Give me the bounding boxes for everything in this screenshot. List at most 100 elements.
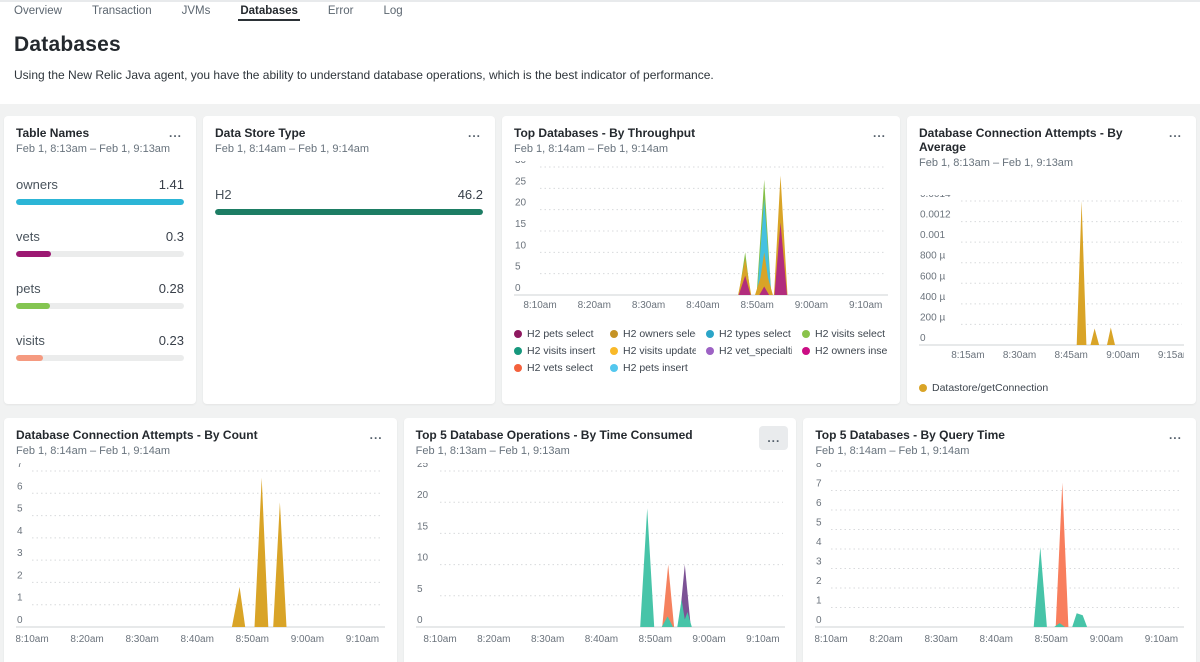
svg-text:9:00am: 9:00am: [1106, 350, 1139, 361]
area-chart[interactable]: 012345678:10am8:20am8:30am8:40am8:50am9:…: [16, 463, 385, 652]
svg-text:3: 3: [17, 548, 23, 559]
svg-text:0: 0: [515, 283, 521, 294]
legend-label: H2 pets insert: [623, 362, 688, 374]
card-data-store-type: Data Store Type Feb 1, 8:14am – Feb 1, 9…: [203, 116, 495, 404]
bar-label: vets: [16, 229, 40, 244]
legend-dot-icon: [514, 364, 522, 372]
legend-item[interactable]: H2 visits insert: [514, 345, 600, 357]
svg-text:8:40am: 8:40am: [584, 634, 617, 645]
area-series: [232, 478, 287, 627]
dashboard-grid: Table Names Feb 1, 8:13am – Feb 1, 9:13a…: [0, 104, 1200, 662]
legend-dot-icon: [706, 347, 714, 355]
card-menu-button[interactable]: ...: [165, 124, 186, 142]
card-time-range: Feb 1, 8:13am – Feb 1, 9:13am: [919, 157, 1184, 169]
svg-text:9:10am: 9:10am: [849, 300, 882, 311]
legend-item[interactable]: H2 types select: [706, 328, 792, 340]
svg-text:800 µ: 800 µ: [920, 251, 945, 262]
bar-label: owners: [16, 177, 58, 192]
bar-row: pets0.28: [16, 281, 184, 309]
card-top5-databases-query-time: Top 5 Databases - By Query Time Feb 1, 8…: [803, 418, 1196, 662]
bar-label: H2: [215, 187, 232, 202]
svg-text:400 µ: 400 µ: [920, 292, 945, 303]
chart-svg: 0123456788:10am8:20am8:30am8:40am8:50am9…: [815, 463, 1184, 647]
legend-item[interactable]: H2 pets insert: [610, 362, 696, 374]
tab-transaction[interactable]: Transaction: [90, 2, 154, 21]
card-menu-button[interactable]: ...: [759, 426, 788, 450]
card-menu-button[interactable]: ...: [1165, 426, 1186, 444]
svg-text:8:10am: 8:10am: [423, 634, 456, 645]
legend-item[interactable]: H2 owners select: [610, 328, 696, 340]
card-menu-button[interactable]: ...: [366, 426, 387, 444]
tab-overview[interactable]: Overview: [12, 2, 64, 21]
legend-item[interactable]: H2 owners insert: [802, 345, 888, 357]
svg-text:8:30am: 8:30am: [925, 634, 958, 645]
area-series: [1056, 483, 1069, 627]
legend-item[interactable]: H2 visits select: [802, 328, 888, 340]
svg-text:5: 5: [816, 518, 822, 529]
svg-text:7: 7: [816, 479, 822, 490]
card-time-range: Feb 1, 8:14am – Feb 1, 9:14am: [815, 445, 1184, 457]
area-chart[interactable]: 05101520258:10am8:20am8:30am8:40am8:50am…: [416, 463, 785, 652]
legend-item[interactable]: H2 visits update: [610, 345, 696, 357]
svg-text:8:30am: 8:30am: [125, 634, 158, 645]
card-title: Top 5 Databases - By Query Time: [815, 428, 1184, 442]
bar-row: H2 46.2: [215, 187, 483, 215]
card-table-names: Table Names Feb 1, 8:13am – Feb 1, 9:13a…: [4, 116, 196, 404]
legend-label: H2 visits insert: [527, 345, 595, 357]
card-menu-button[interactable]: ...: [869, 124, 890, 142]
tab-databases[interactable]: Databases: [238, 2, 300, 21]
svg-text:9:10am: 9:10am: [746, 634, 779, 645]
legend-label: H2 visits update: [623, 345, 696, 357]
top-nav: Overview Transaction JVMs Databases Erro…: [0, 0, 1200, 21]
card-menu-button[interactable]: ...: [1165, 124, 1186, 142]
svg-text:8: 8: [816, 463, 822, 470]
legend-dot-icon: [706, 330, 714, 338]
tab-error[interactable]: Error: [326, 2, 356, 21]
tab-jvms[interactable]: JVMs: [180, 2, 213, 21]
svg-text:8:30am: 8:30am: [1003, 350, 1036, 361]
svg-text:30: 30: [515, 161, 527, 166]
card-menu-button[interactable]: ...: [464, 124, 485, 142]
bar-label: pets: [16, 281, 41, 296]
svg-text:8:30am: 8:30am: [531, 634, 564, 645]
card-time-range: Feb 1, 8:13am – Feb 1, 9:13am: [16, 143, 184, 155]
card-title: Top 5 Database Operations - By Time Cons…: [416, 428, 785, 442]
area-chart[interactable]: 0123456788:10am8:20am8:30am8:40am8:50am9…: [815, 463, 1184, 652]
svg-text:600 µ: 600 µ: [920, 271, 945, 282]
legend-dot-icon: [802, 347, 810, 355]
svg-text:0: 0: [417, 615, 423, 626]
tab-log[interactable]: Log: [381, 2, 404, 21]
legend-label: H2 vets select: [527, 362, 593, 374]
bar-value: 46.2: [458, 187, 483, 202]
legend-item[interactable]: Datastore/getConnection: [919, 382, 1184, 394]
svg-text:5: 5: [515, 262, 521, 273]
legend-dot-icon: [610, 330, 618, 338]
legend-dot-icon: [514, 330, 522, 338]
page-description: Using the New Relic Java agent, you have…: [14, 68, 1186, 82]
area-chart[interactable]: 0510152025308:10am8:20am8:30am8:40am8:50…: [514, 161, 888, 318]
card-connection-attempts-average: Database Connection Attempts - By Averag…: [907, 116, 1196, 404]
legend-item[interactable]: H2 vets select: [514, 362, 600, 374]
svg-text:8:40am: 8:40am: [686, 300, 719, 311]
svg-text:0.001: 0.001: [920, 230, 945, 241]
svg-text:4: 4: [17, 526, 23, 537]
svg-text:10: 10: [515, 240, 527, 251]
svg-text:7: 7: [17, 463, 23, 470]
svg-text:8:20am: 8:20am: [870, 634, 903, 645]
legend-label: H2 owners insert: [815, 345, 888, 357]
svg-text:15: 15: [515, 219, 527, 230]
svg-text:8:10am: 8:10am: [16, 634, 49, 645]
bar-value: 1.41: [159, 177, 184, 192]
svg-text:6: 6: [816, 498, 822, 509]
legend-item[interactable]: H2 pets select: [514, 328, 600, 340]
bar-row: visits0.23: [16, 333, 184, 361]
svg-text:8:10am: 8:10am: [523, 300, 556, 311]
legend-label: H2 types select: [719, 328, 791, 340]
area-chart[interactable]: 0200 µ400 µ600 µ800 µ0.0010.00120.00148:…: [919, 195, 1184, 368]
svg-text:9:10am: 9:10am: [1145, 634, 1178, 645]
bar-list: owners1.41vets0.3pets0.28visits0.23: [16, 177, 184, 361]
svg-text:9:15am: 9:15am: [1158, 350, 1184, 361]
card-title: Table Names: [16, 126, 184, 140]
legend-item[interactable]: H2 vet_specialti…: [706, 345, 792, 357]
svg-text:8:15am: 8:15am: [951, 350, 984, 361]
